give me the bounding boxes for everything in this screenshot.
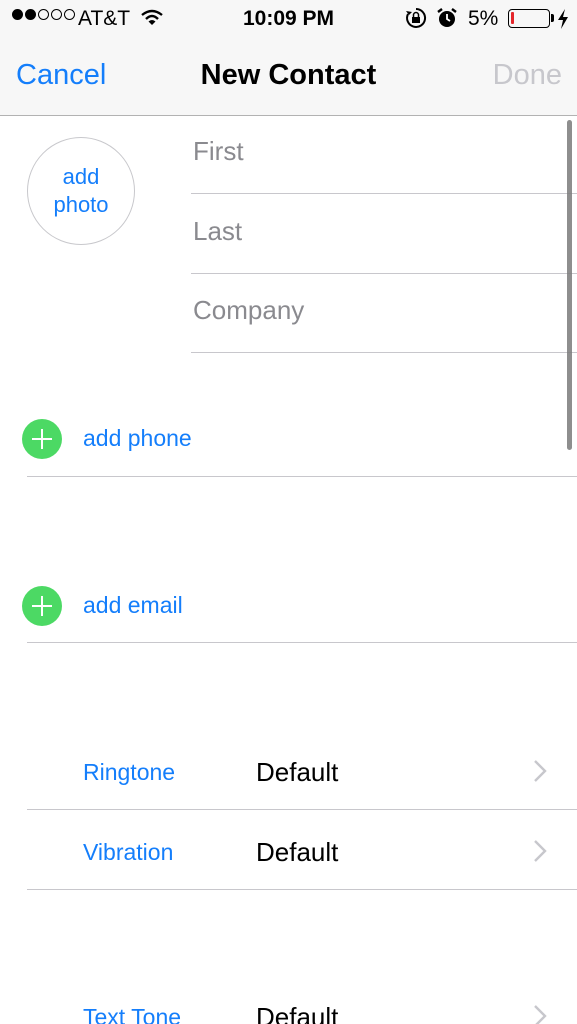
add-photo-label-line1: add: [62, 164, 100, 189]
first-name-row: [191, 114, 577, 194]
ringtone-label: Ringtone: [83, 759, 176, 785]
rotation-lock-icon: [406, 7, 427, 28]
page-title: New Contact: [200, 59, 377, 91]
alarm-icon: [437, 8, 457, 27]
vibration-label: Vibration: [83, 839, 174, 865]
battery-tip: [551, 14, 554, 22]
company-field[interactable]: [193, 295, 553, 326]
done-button[interactable]: Done: [493, 59, 562, 92]
add-photo-label-line2: photo: [53, 192, 109, 217]
add-phone-label[interactable]: add phone: [83, 425, 192, 452]
last-name-field[interactable]: [193, 216, 553, 247]
text-tone-row[interactable]: Text Tone Default: [0, 974, 577, 1024]
status-bar: AT&T 10:09 PM 5%: [0, 0, 577, 38]
chevron-right-icon: [534, 760, 547, 782]
add-email-label[interactable]: add email: [83, 592, 183, 619]
last-name-row: [191, 194, 577, 274]
text-tone-label: Text Tone: [83, 1004, 182, 1024]
navigation-bar: Cancel New Contact Done: [0, 38, 577, 116]
chevron-right-icon: [534, 1005, 547, 1024]
company-row: [191, 273, 577, 353]
first-name-field[interactable]: [193, 136, 553, 167]
battery-icon: [508, 9, 550, 28]
text-tone-value: Default: [256, 1002, 339, 1024]
add-phone-row[interactable]: add phone: [0, 397, 577, 479]
divider: [27, 642, 577, 643]
divider: [27, 476, 577, 477]
add-email-row[interactable]: add email: [0, 564, 577, 646]
divider: [27, 889, 577, 890]
charging-bolt-icon: [558, 9, 568, 29]
add-email-plus-icon[interactable]: [22, 586, 62, 626]
add-photo-button[interactable]: add photo: [27, 137, 135, 245]
ringtone-value: Default: [256, 757, 339, 787]
add-phone-plus-icon[interactable]: [22, 419, 62, 459]
battery-percent: 5%: [468, 7, 499, 30]
vibration-value: Default: [256, 837, 339, 867]
chevron-right-icon: [534, 840, 547, 862]
vibration-row[interactable]: Vibration Default: [0, 809, 577, 889]
ringtone-row[interactable]: Ringtone Default: [0, 729, 577, 809]
